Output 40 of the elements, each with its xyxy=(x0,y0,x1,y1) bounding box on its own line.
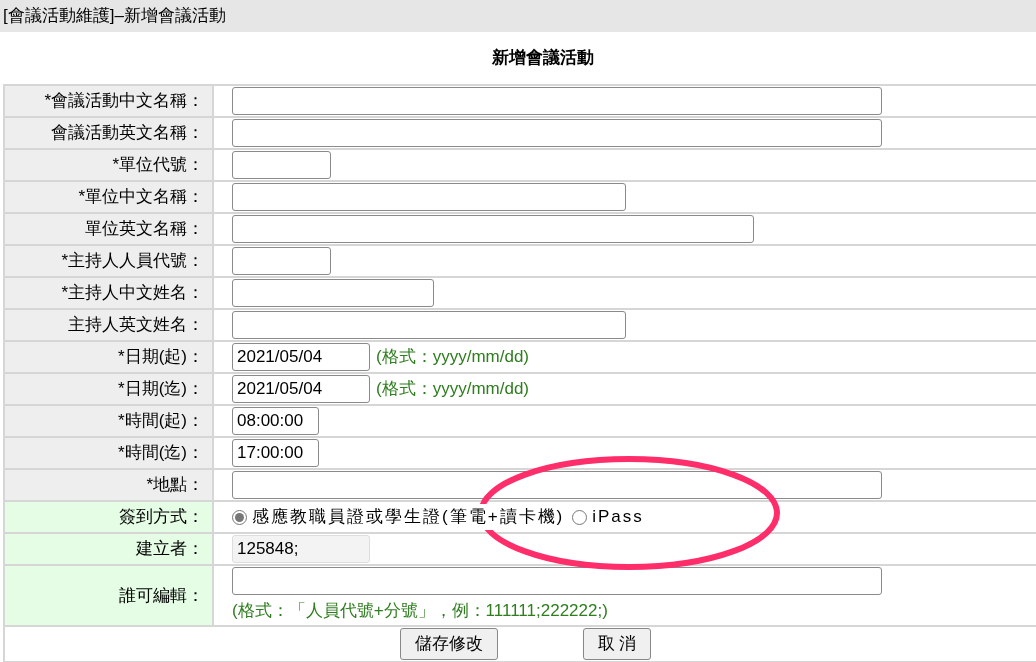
text-field[interactable] xyxy=(232,471,882,499)
field-label: *時間(迄)： xyxy=(4,437,213,469)
text-field[interactable] xyxy=(232,311,626,339)
field-label: 建立者： xyxy=(4,533,213,565)
text-field[interactable] xyxy=(232,87,882,115)
field-label: 誰可編輯： xyxy=(4,565,213,626)
field-label: *日期(迄)： xyxy=(4,373,213,405)
text-field[interactable]: 2021/05/04 xyxy=(232,375,370,403)
text-field[interactable] xyxy=(232,183,626,211)
format-hint: (格式：yyyy/mm/dd) xyxy=(376,378,529,401)
field-label: 單位英文名稱： xyxy=(4,213,213,245)
field-label: *地點： xyxy=(4,469,213,501)
readonly-field[interactable]: 125848; xyxy=(232,535,370,563)
field-label: *主持人中文姓名： xyxy=(4,277,213,309)
radio-button[interactable] xyxy=(572,509,588,525)
field-label: *會議活動中文名稱： xyxy=(4,85,213,117)
field-label: *單位代號： xyxy=(4,149,213,181)
text-field[interactable]: 08:00:00 xyxy=(232,407,319,435)
format-hint: (格式：「人員代號+分號」，例：111111;222222;) xyxy=(232,600,609,622)
page-heading: 新增會議活動 xyxy=(492,47,594,70)
radio-button[interactable] xyxy=(232,509,247,525)
text-field[interactable]: 17:00:00 xyxy=(232,439,319,467)
text-field[interactable] xyxy=(232,119,882,147)
field-label: 主持人英文姓名： xyxy=(4,309,213,341)
field-label: 簽到方式： xyxy=(4,501,213,533)
field-label: *日期(起)： xyxy=(4,341,213,373)
text-field[interactable] xyxy=(232,279,434,307)
field-label: *單位中文名稱： xyxy=(4,181,213,213)
text-field[interactable] xyxy=(232,215,754,243)
field-label: *時間(起)： xyxy=(4,405,213,437)
form-button[interactable]: 取 消 xyxy=(582,627,652,660)
text-field[interactable]: 2021/05/04 xyxy=(232,343,370,371)
text-field[interactable] xyxy=(232,247,331,275)
text-field[interactable] xyxy=(232,567,882,595)
field-label: 會議活動英文名稱： xyxy=(4,117,213,149)
text-field[interactable] xyxy=(232,151,331,179)
form-button[interactable]: 儲存修改 xyxy=(399,627,498,660)
format-hint: (格式：yyyy/mm/dd) xyxy=(376,346,529,369)
field-label: *主持人人員代號： xyxy=(4,245,213,277)
title-bar: [會議活動維護]–新增會議活動 xyxy=(0,0,1036,32)
